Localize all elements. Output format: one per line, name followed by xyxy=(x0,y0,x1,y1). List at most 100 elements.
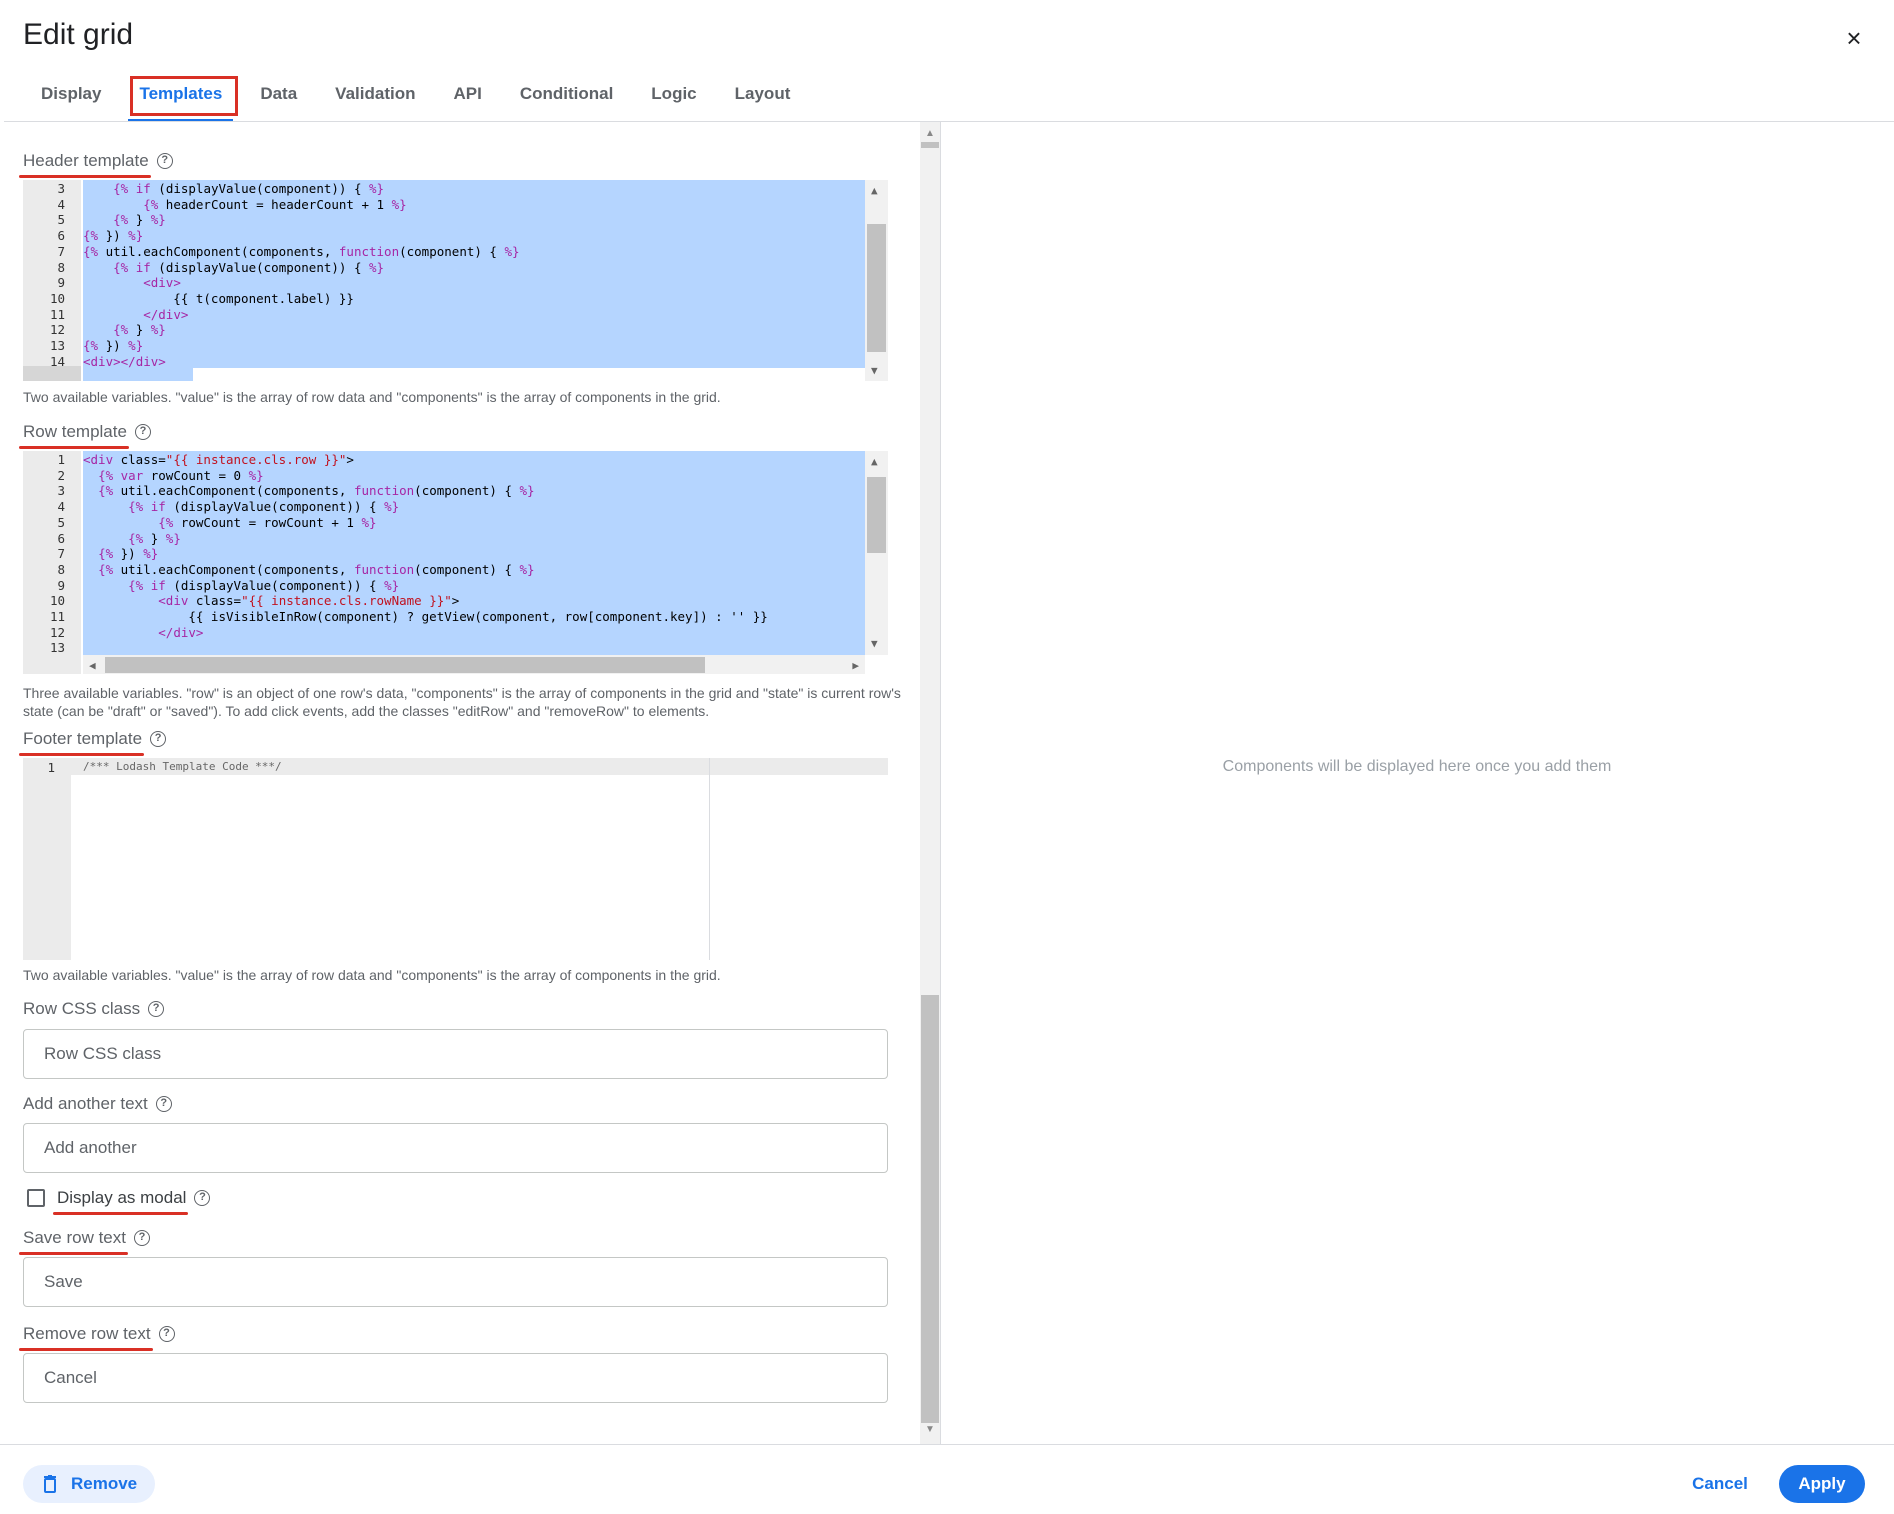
help-icon[interactable]: ? xyxy=(150,731,167,747)
tab-display[interactable]: Display xyxy=(22,76,120,122)
save-row-text-input[interactable] xyxy=(23,1257,888,1307)
line-number: 8 xyxy=(57,259,65,275)
tab-data[interactable]: Data xyxy=(241,76,316,122)
line-number: 8 xyxy=(57,561,65,577)
help-icon[interactable]: ? xyxy=(134,1230,150,1246)
header-template-label: Header template ? xyxy=(19,151,173,178)
header-template-editor[interactable]: 3 {% if (displayValue(component)) { %} 4 … xyxy=(23,180,888,381)
line-number: 1 xyxy=(57,452,65,467)
dialog-title: Edit grid xyxy=(23,18,134,51)
line-number: 2 xyxy=(57,467,65,483)
row-css-class-label: Row CSS class ? xyxy=(23,999,165,1019)
footer-template-editor[interactable]: 1 /*** Lodash Template Code ***/ xyxy=(23,758,888,960)
remove-button[interactable]: Remove xyxy=(23,1465,155,1503)
close-icon[interactable]: × xyxy=(1838,22,1870,54)
code-line: {% }) %} xyxy=(83,228,144,244)
display-as-modal-checkbox[interactable] xyxy=(27,1189,45,1207)
line-number: 7 xyxy=(57,243,65,259)
tab-validation[interactable]: Validation xyxy=(316,76,434,122)
help-icon[interactable]: ? xyxy=(134,424,151,440)
pane-divider xyxy=(940,122,941,1444)
line-number: 11 xyxy=(49,306,65,322)
remove-row-text-label: Remove row text ? xyxy=(19,1324,175,1351)
line-number: 10 xyxy=(49,593,65,609)
add-another-text-label: Add another text ? xyxy=(23,1094,172,1114)
help-icon[interactable]: ? xyxy=(148,1001,165,1017)
code-line: {% util.eachComponent(components, functi… xyxy=(98,561,535,577)
code-line: {% if (displayValue(component)) { %} xyxy=(128,577,400,593)
code-line: {% }) %} xyxy=(98,546,159,562)
line-number: 4 xyxy=(57,196,65,212)
footer-template-label: Footer template ? xyxy=(18,729,167,756)
help-icon[interactable]: ? xyxy=(156,153,173,169)
row-css-class-input[interactable] xyxy=(23,1029,888,1079)
code-line: {% headerCount = headerCount + 1 %} xyxy=(143,196,407,212)
line-number: 13 xyxy=(49,640,65,656)
save-row-text-label: Save row text ? xyxy=(19,1228,150,1255)
line-number: 5 xyxy=(57,514,65,530)
code-line: </div> xyxy=(143,306,189,322)
line-number: 7 xyxy=(57,546,65,562)
code-line: <div> xyxy=(143,275,181,291)
help-icon[interactable]: ? xyxy=(155,1096,172,1112)
row-template-description: Three available variables. "row" is an o… xyxy=(23,685,901,719)
code-line: {% } %} xyxy=(113,322,166,338)
remove-row-text-input[interactable] xyxy=(23,1353,888,1403)
row-editor-hscrollbar[interactable]: ◀ ▶ xyxy=(83,655,865,674)
display-as-modal-row: Display as modal ? xyxy=(27,1188,211,1215)
tab-bar: Display Templates Data Validation API Co… xyxy=(22,76,809,122)
code-line: <div></div> xyxy=(83,353,166,369)
line-number: 14 xyxy=(49,353,65,369)
code-line: /*** Lodash Template Code ***/ xyxy=(83,760,282,773)
code-line: {% } %} xyxy=(128,530,181,546)
line-number: 3 xyxy=(57,181,65,196)
row-template-editor[interactable]: 1 <div class="{{ instance.cls.row }}"> 2 {… xyxy=(23,451,888,674)
tab-templates[interactable]: Templates xyxy=(120,76,241,122)
apply-button[interactable]: Apply xyxy=(1779,1465,1865,1503)
code-line: {% if (displayValue(component)) { %} xyxy=(113,259,385,275)
line-number: 13 xyxy=(49,338,65,353)
line-number: 10 xyxy=(49,290,65,306)
preview-empty-message: Components will be displayed here once y… xyxy=(1222,758,1612,775)
code-line: {% if (displayValue(component)) { %} xyxy=(128,499,400,515)
line-number: 3 xyxy=(57,483,65,499)
code-line: <div class="{{ instance.cls.rowName }}"> xyxy=(158,593,460,609)
help-icon[interactable]: ? xyxy=(158,1326,175,1342)
tab-conditional[interactable]: Conditional xyxy=(501,76,632,122)
code-line: {% } %} xyxy=(113,212,166,228)
code-line: {% if (displayValue(component)) { %} xyxy=(113,181,385,196)
row-template-label: Row template ? xyxy=(19,422,151,449)
display-as-modal-label: Display as modal xyxy=(52,1188,189,1215)
code-line: {% util.eachComponent(components, functi… xyxy=(83,243,520,259)
line-number: 11 xyxy=(49,609,65,624)
line-number: 5 xyxy=(57,212,65,228)
cancel-button[interactable]: Cancel xyxy=(1680,1465,1760,1503)
code-line: {% }) %} xyxy=(83,338,144,353)
add-another-text-input[interactable] xyxy=(23,1123,888,1173)
footer-divider xyxy=(0,1444,1894,1445)
tab-layout[interactable]: Layout xyxy=(716,76,810,122)
line-number: 12 xyxy=(49,624,65,640)
line-number: 4 xyxy=(57,499,65,515)
code-line: {% var rowCount = 0 %} xyxy=(98,467,264,483)
line-number: 6 xyxy=(57,228,65,244)
code-line: {{ t(component.label) }} xyxy=(83,290,354,306)
code-line: {{ isVisibleInRow(component) ? getView(c… xyxy=(83,609,768,624)
line-number: 12 xyxy=(49,322,65,338)
tab-logic[interactable]: Logic xyxy=(632,76,715,122)
code-line: {% util.eachComponent(components, functi… xyxy=(98,483,535,499)
trash-icon xyxy=(44,1475,56,1493)
footer-template-description: Two available variables. "value" is the … xyxy=(23,967,721,983)
settings-pane-scrollbar[interactable]: ▲ ▼ xyxy=(920,122,940,1444)
line-number: 9 xyxy=(57,275,65,291)
line-number: 9 xyxy=(57,577,65,593)
code-line: <div class="{{ instance.cls.row }}"> xyxy=(83,452,354,467)
line-number: 6 xyxy=(57,530,65,546)
row-editor-vscrollbar[interactable]: ▲ ▼ xyxy=(865,451,888,655)
header-editor-scrollbar[interactable]: ▲ ▼ xyxy=(865,180,888,381)
code-line: {% rowCount = rowCount + 1 %} xyxy=(158,514,377,530)
tab-api[interactable]: API xyxy=(434,76,500,122)
header-template-description: Two available variables. "value" is the … xyxy=(23,389,721,405)
code-line: </div> xyxy=(158,624,204,640)
help-icon[interactable]: ? xyxy=(194,1190,211,1206)
